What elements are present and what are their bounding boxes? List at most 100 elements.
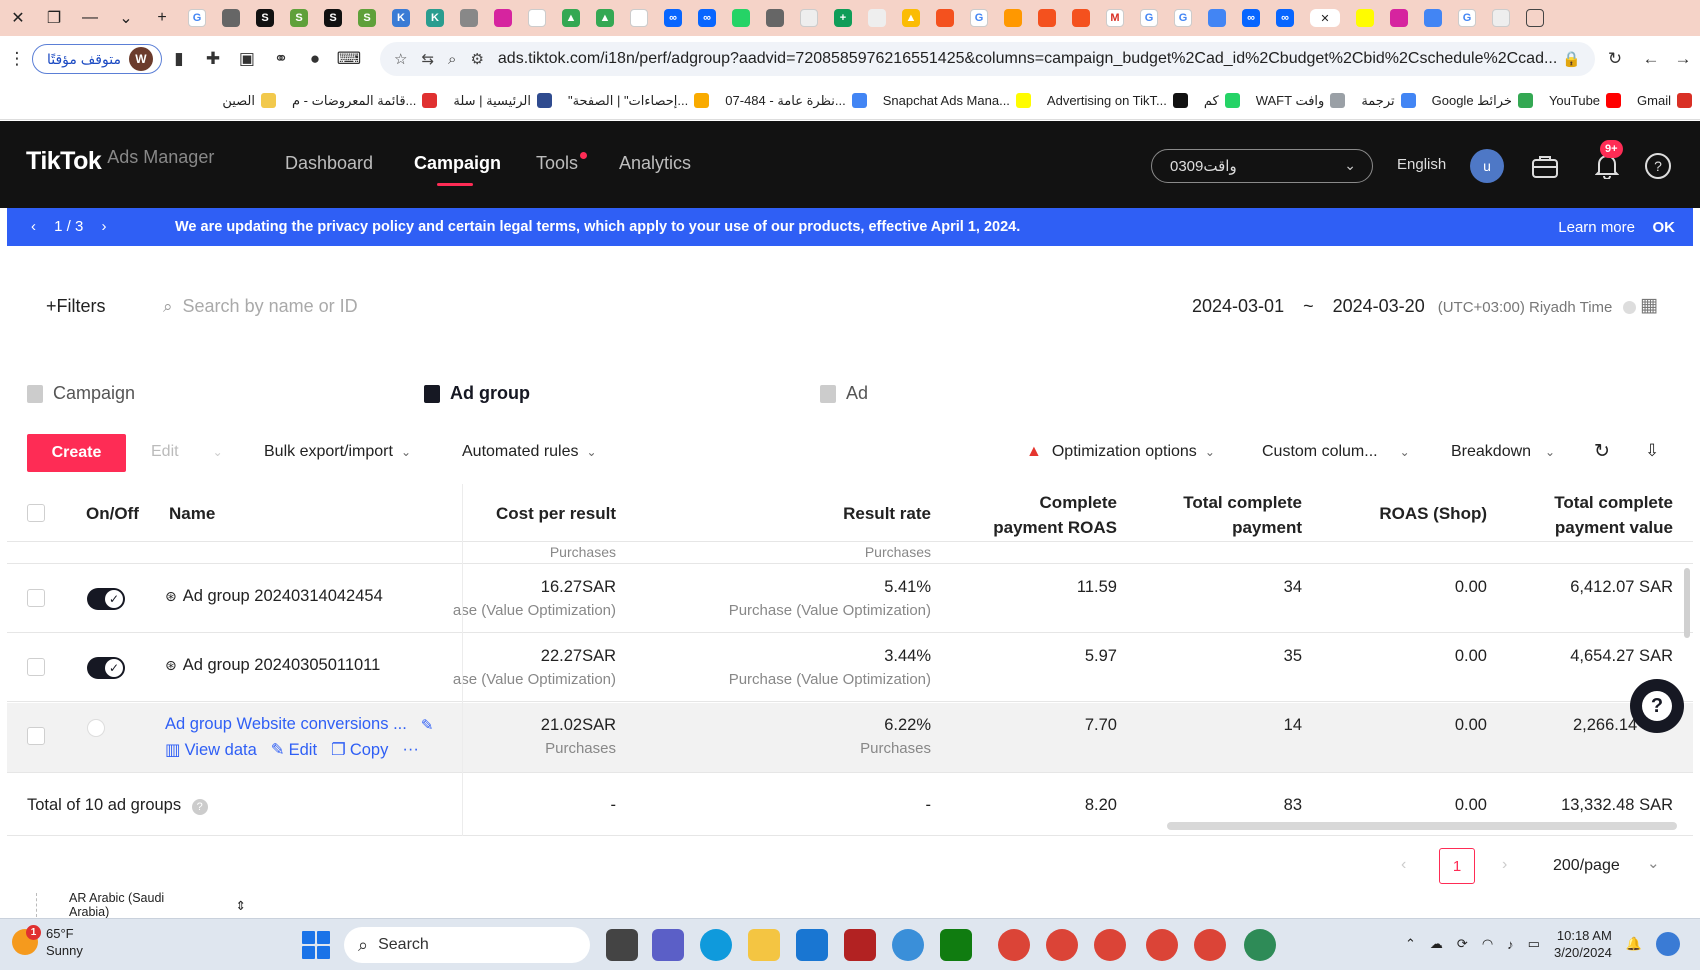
edit-dropdown[interactable]: Edit ⌄: [151, 443, 223, 461]
optimization-options-dropdown[interactable]: ▲ Optimization options ⌄: [1026, 443, 1215, 461]
tab-globe-icon[interactable]: [222, 9, 240, 27]
tab-meta-icon[interactable]: ∞: [664, 9, 682, 27]
view-data-link[interactable]: ▥ View data: [165, 740, 257, 760]
tab-shopify-icon[interactable]: S: [256, 9, 274, 27]
close-window-icon[interactable]: ✕: [0, 0, 36, 36]
select-all-checkbox[interactable]: [27, 504, 45, 522]
tab-meta-icon-2[interactable]: ∞: [698, 9, 716, 27]
tab-adgroup[interactable]: Ad group: [424, 383, 530, 404]
adgroup-name[interactable]: Ad group 20240314042454: [183, 587, 383, 606]
adgroup-name[interactable]: Ad group Website conversions ...: [165, 715, 407, 734]
extension-blue-icon[interactable]: ▣: [230, 42, 264, 76]
edit-link[interactable]: ✎ Edit: [271, 740, 317, 760]
taskbar-search[interactable]: ⌕ Search: [344, 927, 590, 963]
cloud-icon[interactable]: ☁: [1430, 936, 1443, 952]
chrome-blue-icon[interactable]: [892, 929, 924, 961]
restore-window-icon[interactable]: ❐: [36, 0, 72, 36]
col-total-complete-payment-value[interactable]: Total complete payment value: [1487, 490, 1673, 540]
row-checkbox[interactable]: [27, 589, 45, 607]
tab-active-close-icon[interactable]: ✕: [1310, 9, 1340, 27]
tab-drive-icon[interactable]: ▲: [562, 9, 580, 27]
bookmark-item[interactable]: Google خرائط: [1432, 93, 1533, 109]
extension-snapchat-icon[interactable]: ●: [298, 42, 332, 76]
chrome-profile-icon-4[interactable]: [1146, 929, 1178, 961]
tab-zapier-icon-3[interactable]: [1072, 9, 1090, 27]
tab-orange-icon[interactable]: [1004, 9, 1022, 27]
automated-rules-dropdown[interactable]: Automated rules ⌄: [462, 443, 597, 461]
date-range-picker[interactable]: 2024-03-01 ~ 2024-03-20 (UTC+03:00) Riya…: [1192, 296, 1637, 317]
tab-globe-icon-3[interactable]: [766, 9, 784, 27]
expand-icon[interactable]: ⇕: [236, 898, 246, 913]
bookmark-star-icon[interactable]: ☆: [394, 50, 407, 68]
tab-list-chevron-icon[interactable]: ⌄: [108, 0, 144, 36]
tab-ads-icon[interactable]: ▲: [902, 9, 920, 27]
bookmark-item[interactable]: Advertising on TikT...: [1047, 93, 1188, 108]
row-toggle[interactable]: ✓: [87, 657, 125, 679]
help-icon[interactable]: ?: [1641, 149, 1675, 183]
calendar-icon[interactable]: ▦: [1640, 294, 1658, 317]
chevron-down-icon[interactable]: ⌄: [1647, 854, 1660, 872]
table-row[interactable]: Ad group Website conversions ... ✎ ▥ View…: [7, 703, 1693, 773]
tab-whatsapp-icon[interactable]: [732, 9, 750, 27]
filters-button[interactable]: +Filters: [46, 296, 106, 317]
tab-k-icon[interactable]: K: [392, 9, 410, 27]
notifications-bell-icon[interactable]: 🔔: [1626, 936, 1642, 952]
tiktok-logo[interactable]: TikTok Ads Manager: [26, 147, 214, 176]
row-checkbox[interactable]: [27, 727, 45, 745]
row-toggle[interactable]: [87, 719, 105, 737]
col-cost-per-result[interactable]: Cost per result: [457, 501, 616, 526]
wifi-icon[interactable]: ◠: [1482, 936, 1493, 952]
tab-instagram-icon[interactable]: [494, 9, 512, 27]
tab-google-icon-2[interactable]: G: [970, 9, 988, 27]
reload-icon[interactable]: ↻: [1598, 42, 1632, 76]
sidebar-icon[interactable]: ▮: [162, 42, 196, 76]
bookmark-item[interactable]: الصين: [222, 93, 276, 109]
tab-meta-icon-4[interactable]: ∞: [1276, 9, 1294, 27]
tab-k-green-icon[interactable]: K: [426, 9, 444, 27]
nav-tools[interactable]: Tools: [536, 153, 578, 174]
bookmark-item[interactable]: YouTube: [1549, 93, 1622, 108]
language-switch[interactable]: English: [1397, 156, 1446, 173]
sync-icon[interactable]: ⟳: [1457, 936, 1468, 952]
bookmark-item[interactable]: Snapchat Ads Mana...: [883, 93, 1031, 108]
tab-campaign[interactable]: Campaign: [27, 383, 135, 404]
weather-widget[interactable]: 1 65°F Sunny: [12, 925, 83, 959]
tab-shopify-icon-2[interactable]: S: [358, 9, 376, 27]
tab-blue-icon[interactable]: [1208, 9, 1226, 27]
back-icon[interactable]: ←: [1634, 42, 1668, 76]
tab-zapier-icon-2[interactable]: [1038, 9, 1056, 27]
user-avatar[interactable]: u: [1470, 149, 1504, 183]
address-bar[interactable]: ☆ ⇆ ⌕ ⚙ ads.tiktok.com/i18n/perf/adgroup…: [380, 42, 1595, 76]
nav-dashboard[interactable]: Dashboard: [285, 153, 373, 174]
bookmark-item[interactable]: قائمة المعروضات - م...: [292, 93, 438, 109]
tab-instagram-icon-2[interactable]: [1390, 9, 1408, 27]
extension-link-icon[interactable]: ⚭: [264, 42, 298, 76]
teams-icon[interactable]: [652, 929, 684, 961]
tab-meta-icon-3[interactable]: ∞: [1242, 9, 1260, 27]
col-result-rate[interactable]: Result rate: [757, 501, 931, 526]
tab-google-icon-4[interactable]: G: [1174, 9, 1192, 27]
chrome-profile-icon-5[interactable]: [1194, 929, 1226, 961]
edge-icon[interactable]: [700, 929, 732, 961]
volume-icon[interactable]: ♪: [1507, 937, 1514, 952]
col-roas-shop[interactable]: ROAS (Shop): [1307, 501, 1487, 526]
new-tab-icon[interactable]: +: [144, 0, 180, 36]
clock[interactable]: 10:18 AM 3/20/2024: [1554, 927, 1612, 961]
tab-page-icon-2[interactable]: [1492, 9, 1510, 27]
row-toggle[interactable]: ✓: [87, 588, 125, 610]
export-icon[interactable]: ⇩: [1645, 441, 1659, 461]
extension-code-icon[interactable]: ⌨: [332, 42, 366, 76]
briefcase-icon[interactable]: [1528, 149, 1562, 183]
nav-campaign[interactable]: Campaign: [414, 153, 501, 174]
copilot-icon[interactable]: [1656, 932, 1680, 956]
nav-analytics[interactable]: Analytics: [619, 153, 691, 174]
minimize-window-icon[interactable]: —: [72, 0, 108, 36]
zoom-icon[interactable]: ⌕: [448, 51, 456, 68]
tray-chevron-icon[interactable]: ⌃: [1405, 936, 1416, 952]
info-icon[interactable]: ?: [191, 799, 208, 815]
xbox-icon[interactable]: [940, 929, 972, 961]
bookmark-item[interactable]: Gmail: [1637, 93, 1692, 108]
forward-icon[interactable]: →: [1666, 42, 1700, 76]
tab-drive-icon-2[interactable]: ▲: [596, 9, 614, 27]
battery-icon[interactable]: ▭: [1528, 936, 1540, 952]
